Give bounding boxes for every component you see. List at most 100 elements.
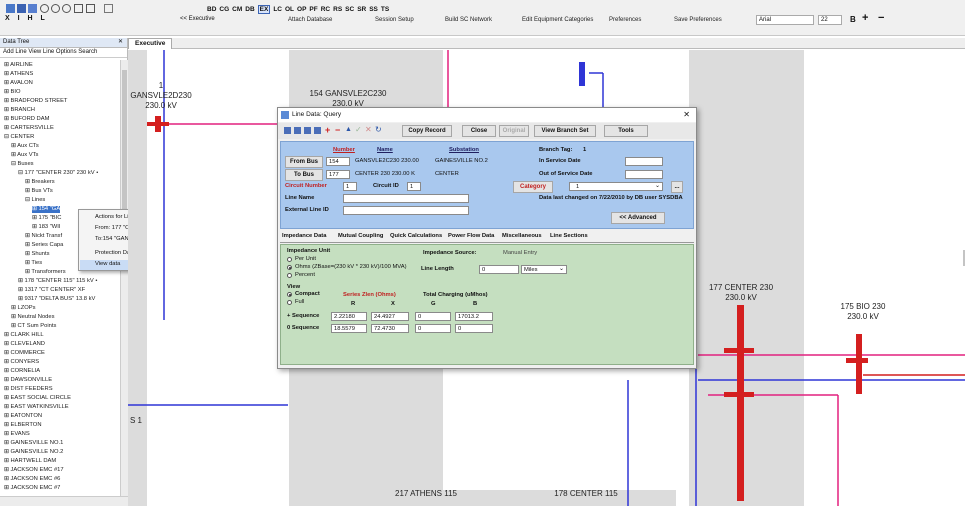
mode-lc[interactable]: LC <box>273 6 282 13</box>
tree-node[interactable]: ⊟ CENTER <box>4 134 34 141</box>
tree-node[interactable]: ⊞ Series Capa <box>25 242 63 249</box>
tree-node[interactable]: ⊞ ELBERTON <box>4 422 42 429</box>
close-button[interactable]: Close <box>462 125 496 137</box>
dialog-titlebar[interactable]: Line Data: Query ✕ <box>278 108 696 122</box>
tree-node[interactable]: ⊞ BRADFORD STREET <box>4 98 67 105</box>
category-browse-button[interactable]: ... <box>671 181 683 193</box>
tree-node[interactable]: ⊞ 183 "WII <box>32 224 61 231</box>
tree-node[interactable]: ⊞ Nickt Transf <box>25 233 62 240</box>
category-select[interactable]: 1 <box>569 182 663 191</box>
circuit-id-input[interactable]: 1 <box>407 182 421 191</box>
tree-vertical-scrollbar[interactable] <box>120 60 128 496</box>
mode-sr[interactable]: SR <box>357 6 366 13</box>
tree-node[interactable]: ⊞ JACKSON EMC #6 <box>4 476 60 483</box>
radio-per-unit[interactable] <box>287 257 292 262</box>
font-select[interactable]: Arial <box>756 15 814 25</box>
tree-node[interactable]: ⊟ Buses <box>11 161 34 168</box>
mode-bd[interactable]: BD <box>207 6 216 13</box>
tree-node[interactable]: ⊞ BRANCH <box>4 107 35 114</box>
zoom-out-icon[interactable] <box>51 4 60 13</box>
bus-label-178-center115[interactable]: 178 CENTER 115 <box>546 489 626 499</box>
menu-save-preferences[interactable]: Save Preferences <box>674 17 722 23</box>
positive-r-input[interactable]: 2.22180 <box>331 312 367 321</box>
grid-icon[interactable] <box>74 4 83 13</box>
tree-node[interactable]: ⊞ Bus VTs <box>25 188 53 195</box>
print-icon[interactable] <box>28 4 37 13</box>
menu-session-setup[interactable]: Session Setup <box>375 17 414 23</box>
positive-g-input[interactable]: 0 <box>415 312 451 321</box>
tree-node[interactable]: ⊞ CLEVELAND <box>4 341 45 348</box>
menu-preferences[interactable]: Preferences <box>609 17 641 23</box>
tab-power-flow-data[interactable]: Power Flow Data <box>448 233 494 239</box>
add-record-icon[interactable]: + <box>325 125 330 135</box>
tree-node[interactable]: ⊞ ATHENS <box>4 71 33 78</box>
tree-node[interactable]: ⊞ GAINESVILLE NO.1 <box>4 440 63 447</box>
tab-executive[interactable]: Executive <box>128 38 173 49</box>
line-length-input[interactable]: 0 <box>479 265 519 274</box>
bus-label-177-center230[interactable]: 177 CENTER 230 230.0 kV <box>698 283 784 303</box>
in-service-date-input[interactable] <box>625 157 663 166</box>
menu-attach-database[interactable]: Attach Database <box>288 17 332 23</box>
tree-node[interactable]: ⊞ 178 "CENTER 115" 115 kV • <box>18 278 97 285</box>
tree-node[interactable]: ⊞ DIST FEEDERS <box>4 386 53 393</box>
view-branch-set-button[interactable]: View Branch Set <box>534 125 596 137</box>
menu-build-sc-network[interactable]: Build SC Network <box>445 17 492 23</box>
tree-node[interactable]: ⊞ CLARK HILL <box>4 332 44 339</box>
data-tree-menu[interactable]: Add Line View Line Options Search <box>0 48 127 58</box>
last-record-icon[interactable] <box>314 127 321 134</box>
mode-pf[interactable]: PF <box>309 6 317 13</box>
tree-node[interactable]: ⊞ CONYERS <box>4 359 39 366</box>
mode-db[interactable]: DB <box>245 6 254 13</box>
nav-back-button[interactable]: << Executive <box>180 16 215 22</box>
zero-g-input[interactable]: 0 <box>415 324 451 333</box>
tree-node[interactable]: ⊞ JACKSON EMC #17 <box>4 467 64 474</box>
tree-node[interactable]: ⊞ COMMERCE <box>4 350 45 357</box>
mode-ts[interactable]: TS <box>381 6 389 13</box>
from-bus-button[interactable]: From Bus <box>285 156 323 168</box>
tree-node[interactable]: ⊞ AVALON <box>4 80 33 87</box>
bold-icon[interactable]: B <box>850 15 856 24</box>
tree-node[interactable]: ⊞ EAST SOCIAL CIRCLE <box>4 395 71 402</box>
positive-b-input[interactable]: 17013.2 <box>455 312 493 321</box>
font-size-select[interactable]: 22 <box>818 15 842 25</box>
tab-miscellaneous[interactable]: Miscellaneous <box>502 233 542 239</box>
positive-x-input[interactable]: 24.4927 <box>371 312 409 321</box>
tree-horizontal-scrollbar[interactable] <box>0 496 128 506</box>
prev-record-icon[interactable] <box>294 127 301 134</box>
tab-mutual-coupling[interactable]: Mutual Coupling <box>338 233 383 239</box>
mode-ol[interactable]: OL <box>285 6 294 13</box>
zero-b-input[interactable]: 0 <box>455 324 493 333</box>
menu-edit-equipment-categories[interactable]: Edit Equipment Categories <box>522 17 593 23</box>
tree-node[interactable]: ⊞ GAINESVILLE NO.2 <box>4 449 63 456</box>
tree-node[interactable]: ⊞ CT Sum Points <box>11 323 56 330</box>
tree-node[interactable]: ⊞ JACKSON EMC #7 <box>4 485 60 492</box>
tree-node[interactable]: ⊞ BIO <box>4 89 20 96</box>
zero-r-input[interactable]: 18.5579 <box>331 324 367 333</box>
close-icon[interactable]: ✕ <box>118 38 123 45</box>
to-bus-number[interactable]: 177 <box>326 170 350 179</box>
tree-node[interactable]: ⊞ Breakers <box>25 179 55 186</box>
tab-quick-calculations[interactable]: Quick Calculations <box>390 233 442 239</box>
tab-line-sections[interactable]: Line Sections <box>550 233 588 239</box>
mode-ex[interactable]: EX <box>257 5 271 14</box>
tree-node[interactable]: ⊞ 175 "BIC <box>32 215 61 222</box>
to-bus-button[interactable]: To Bus <box>285 169 323 181</box>
advanced-button[interactable]: << Advanced <box>611 212 665 224</box>
tree-node[interactable]: ⊞ LZOPs <box>11 305 36 312</box>
window-icon[interactable] <box>86 4 95 13</box>
save-icon[interactable] <box>17 4 26 13</box>
tree-node[interactable]: ⊟ 177 "CENTER 230" 230 kV • <box>18 170 98 177</box>
radio-ohms[interactable] <box>287 265 292 270</box>
radio-percent[interactable] <box>287 273 292 278</box>
tree-node[interactable]: ⊞ BUFORD DAM <box>4 116 49 123</box>
minus-button[interactable]: − <box>878 12 884 24</box>
out-service-date-input[interactable] <box>625 170 663 179</box>
tree-node[interactable]: ⊞ DAWSONVILLE <box>4 377 52 384</box>
tree-node[interactable]: ⊞ Neutral Nodes <box>11 314 55 321</box>
close-icon[interactable]: ✕ <box>683 110 690 119</box>
tree-node[interactable]: ⊞ EATONTON <box>4 413 42 420</box>
copy-record-button[interactable]: Copy Record <box>402 125 452 137</box>
delete-record-icon[interactable]: − <box>335 125 340 135</box>
tree-node[interactable]: ⊞ Transformers <box>25 269 66 276</box>
tree-node[interactable]: ⊞ AIRLINE <box>4 62 33 69</box>
